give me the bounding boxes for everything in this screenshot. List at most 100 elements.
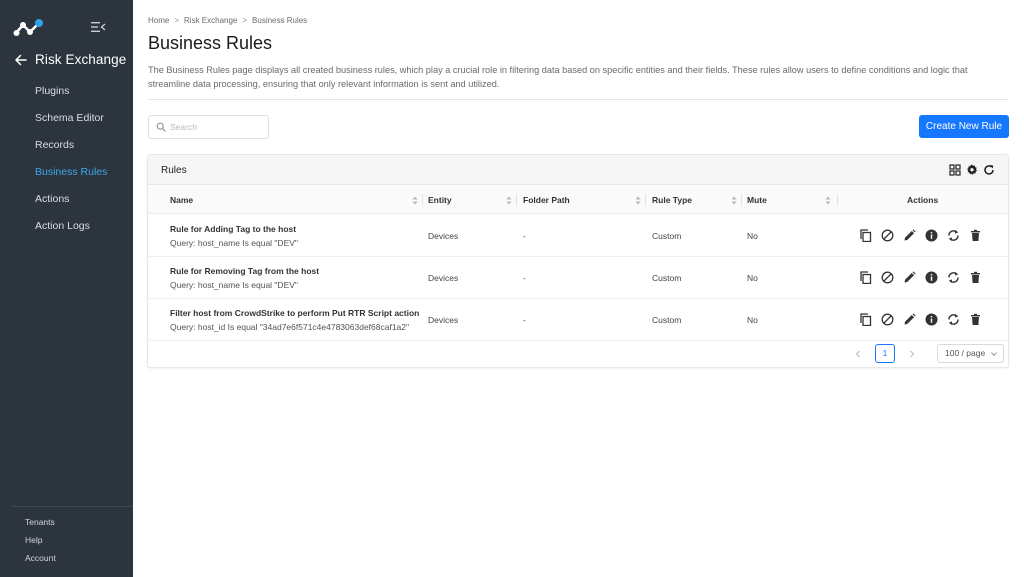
page-number-current[interactable]: 1 bbox=[875, 344, 895, 363]
breadcrumb-risk-exchange[interactable]: Risk Exchange bbox=[184, 16, 237, 25]
brand-logo[interactable] bbox=[13, 18, 45, 38]
sync-icon[interactable] bbox=[947, 229, 960, 242]
column-header-entity[interactable]: Entity bbox=[428, 186, 452, 214]
app-title: Risk Exchange bbox=[35, 52, 127, 67]
sidebar-divider bbox=[12, 506, 133, 507]
page-description: The Business Rules page displays all cre… bbox=[148, 65, 968, 89]
sidebar-item-actions[interactable]: Actions bbox=[35, 190, 107, 217]
copy-icon[interactable] bbox=[859, 229, 872, 243]
mute-icon[interactable] bbox=[881, 313, 894, 326]
mute-icon[interactable] bbox=[881, 229, 894, 242]
sort-icon[interactable] bbox=[412, 196, 418, 205]
rule-entity: Devices bbox=[428, 273, 459, 283]
info-icon[interactable] bbox=[925, 229, 938, 242]
sync-icon[interactable] bbox=[947, 313, 960, 326]
breadcrumb-home[interactable]: Home bbox=[148, 16, 169, 25]
delete-icon[interactable] bbox=[969, 313, 982, 326]
sidebar-item-business-rules[interactable]: Business Rules bbox=[35, 163, 107, 190]
row-actions bbox=[859, 271, 982, 285]
grid-icon[interactable] bbox=[949, 163, 961, 176]
sidebar: Risk Exchange Plugins Schema Editor Reco… bbox=[0, 0, 133, 577]
mute-icon[interactable] bbox=[881, 271, 894, 284]
sort-icon[interactable] bbox=[825, 196, 831, 205]
create-new-rule-button[interactable]: Create New Rule bbox=[919, 115, 1009, 138]
edit-icon[interactable] bbox=[903, 229, 916, 242]
edit-icon[interactable] bbox=[903, 271, 916, 284]
copy-icon[interactable] bbox=[859, 313, 872, 327]
rule-type: Custom bbox=[652, 231, 682, 241]
sidebar-item-plugins[interactable]: Plugins bbox=[35, 82, 107, 109]
table-row: Rule for Removing Tag from the host Quer… bbox=[148, 257, 1008, 299]
search-box[interactable] bbox=[148, 115, 269, 139]
refresh-icon[interactable] bbox=[983, 163, 995, 175]
sidebar-footer-help[interactable]: Help bbox=[25, 532, 56, 550]
breadcrumb-current: Business Rules bbox=[252, 16, 308, 25]
sidebar-footer-tenants[interactable]: Tenants bbox=[25, 514, 56, 532]
sidebar-footer: Tenants Help Account bbox=[25, 514, 56, 568]
search-icon bbox=[156, 122, 166, 132]
pagination: 1 100 / page bbox=[849, 344, 1004, 363]
rule-folder-path: - bbox=[523, 315, 526, 325]
rule-type: Custom bbox=[652, 315, 682, 325]
chevron-left-icon[interactable] bbox=[849, 345, 867, 363]
gear-icon[interactable] bbox=[966, 163, 978, 175]
rule-type: Custom bbox=[652, 273, 682, 283]
rule-query: Query: host_name Is equal "DEV" bbox=[170, 280, 298, 290]
column-separator bbox=[645, 194, 646, 206]
sync-icon[interactable] bbox=[947, 271, 960, 284]
page-size-value: 100 / page bbox=[945, 348, 986, 358]
delete-icon[interactable] bbox=[969, 229, 982, 242]
edit-icon[interactable] bbox=[903, 313, 916, 326]
info-icon[interactable] bbox=[925, 271, 938, 284]
sidebar-item-action-logs[interactable]: Action Logs bbox=[35, 217, 107, 244]
rule-name-cell: Rule for Adding Tag to the host Query: h… bbox=[170, 224, 420, 248]
rule-entity: Devices bbox=[428, 315, 459, 325]
rule-name[interactable]: Rule for Adding Tag to the host bbox=[170, 224, 420, 234]
sort-icon[interactable] bbox=[731, 196, 737, 205]
rule-name-cell: Rule for Removing Tag from the host Quer… bbox=[170, 266, 420, 290]
table-header: Name Entity Folder Path Rule Type Mute A… bbox=[148, 186, 1008, 214]
breadcrumb: Home > Risk Exchange > Business Rules bbox=[148, 16, 307, 25]
copy-icon[interactable] bbox=[859, 271, 872, 285]
column-separator bbox=[516, 194, 517, 206]
chevron-down-icon bbox=[991, 352, 997, 357]
column-header-name[interactable]: Name bbox=[170, 186, 193, 214]
arrow-left-icon bbox=[15, 54, 27, 65]
delete-icon[interactable] bbox=[969, 271, 982, 284]
column-separator bbox=[422, 194, 423, 206]
sort-icon[interactable] bbox=[635, 196, 641, 205]
column-separator bbox=[837, 194, 838, 206]
rule-name[interactable]: Rule for Removing Tag from the host bbox=[170, 266, 420, 276]
column-separator bbox=[741, 194, 742, 206]
sidebar-item-records[interactable]: Records bbox=[35, 136, 107, 163]
rules-card-title: Rules bbox=[161, 165, 187, 176]
page-title: Business Rules bbox=[148, 33, 273, 53]
sidebar-footer-account[interactable]: Account bbox=[25, 550, 56, 568]
column-header-mute[interactable]: Mute bbox=[747, 186, 767, 214]
sidebar-nav: Plugins Schema Editor Records Business R… bbox=[35, 82, 107, 244]
page-size-select[interactable]: 100 / page bbox=[937, 344, 1004, 363]
rule-folder-path: - bbox=[523, 273, 526, 283]
table-row: Rule for Adding Tag to the host Query: h… bbox=[148, 215, 1008, 257]
row-actions bbox=[859, 229, 982, 243]
rules-card-header: Rules bbox=[148, 155, 1008, 185]
sidebar-item-schema-editor[interactable]: Schema Editor bbox=[35, 109, 107, 136]
rule-folder-path: - bbox=[523, 231, 526, 241]
rule-name-cell: Filter host from CrowdStrike to perform … bbox=[170, 308, 420, 332]
card-toolbar bbox=[949, 163, 995, 176]
rule-mute: No bbox=[747, 273, 758, 283]
column-header-folder-path[interactable]: Folder Path bbox=[523, 186, 570, 214]
main-content: Home > Risk Exchange > Business Rules Bu… bbox=[133, 0, 1024, 577]
row-actions bbox=[859, 313, 982, 327]
rule-name[interactable]: Filter host from CrowdStrike to perform … bbox=[170, 308, 420, 318]
sort-icon[interactable] bbox=[506, 196, 512, 205]
header-divider bbox=[148, 99, 1008, 100]
rule-mute: No bbox=[747, 315, 758, 325]
search-input[interactable] bbox=[170, 122, 262, 132]
info-icon[interactable] bbox=[925, 313, 938, 326]
collapse-menu-icon[interactable] bbox=[90, 20, 106, 34]
column-header-rule-type[interactable]: Rule Type bbox=[652, 186, 692, 214]
back-to-app[interactable]: Risk Exchange bbox=[14, 52, 126, 67]
chevron-right-icon[interactable] bbox=[903, 345, 921, 363]
rule-query: Query: host_id Is equal "34ad7e6f571c4e4… bbox=[170, 322, 410, 332]
